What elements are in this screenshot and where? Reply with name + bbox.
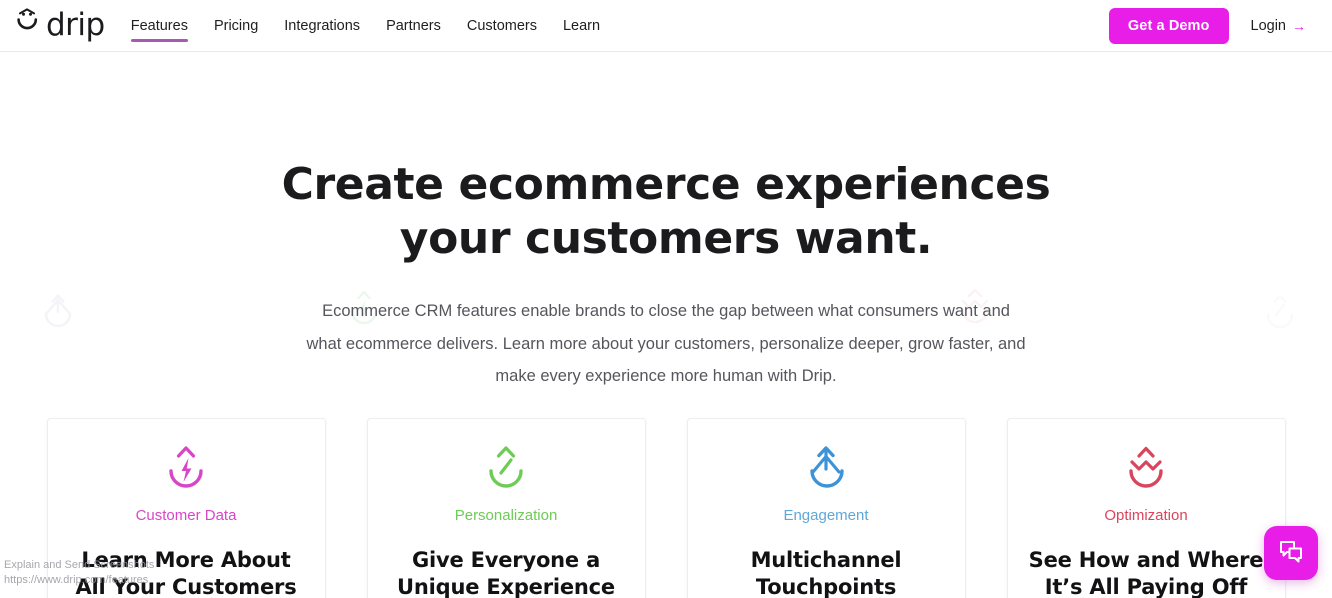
card-title: Multichannel Touchpoints bbox=[702, 547, 951, 598]
feature-card-engagement[interactable]: Engagement Multichannel Touchpoints bbox=[686, 418, 966, 598]
page-root: drip Features Pricing Integrations Partn… bbox=[0, 0, 1332, 598]
brand-logo[interactable]: drip bbox=[16, 7, 105, 44]
card-title-line-2: It’s All Paying Off bbox=[1044, 574, 1248, 598]
brand-name: drip bbox=[46, 7, 105, 43]
page-title: Create ecommerce experiences your custom… bbox=[266, 158, 1066, 265]
arrow-right-icon: → bbox=[1292, 17, 1306, 34]
hero-section: Create ecommerce experiences your custom… bbox=[0, 52, 1332, 392]
hero-title-line-1: Create ecommerce experiences bbox=[281, 159, 1051, 210]
get-a-demo-button[interactable]: Get a Demo bbox=[1108, 7, 1229, 44]
drip-droplet-smiley-logo-icon bbox=[16, 7, 43, 44]
card-title-line-1: Learn More About bbox=[81, 548, 291, 572]
card-title-line-2: Unique Experience bbox=[397, 574, 615, 598]
hero-title-line-2: your customers want. bbox=[399, 212, 933, 264]
card-title-line-1: Give Everyone a bbox=[411, 548, 601, 572]
nav-item-pricing[interactable]: Pricing bbox=[214, 0, 258, 52]
card-title-line-2: Touchpoints bbox=[755, 574, 897, 598]
nav-item-customers[interactable]: Customers bbox=[467, 0, 537, 52]
nav-item-integrations[interactable]: Integrations bbox=[284, 0, 360, 52]
nav-item-partners[interactable]: Partners bbox=[386, 0, 441, 52]
chat-bubbles-icon bbox=[1277, 538, 1305, 569]
droplet-bolt-icon bbox=[62, 443, 311, 493]
chat-widget-button[interactable] bbox=[1264, 526, 1318, 580]
card-category-label: Personalization bbox=[454, 507, 558, 524]
main-navigation: Features Pricing Integrations Partners C… bbox=[130, 0, 600, 52]
nav-item-learn[interactable]: Learn bbox=[563, 0, 600, 52]
card-title: See How and Where It’s All Paying Off bbox=[1022, 547, 1271, 598]
header-actions: Get a Demo Login → bbox=[1108, 7, 1316, 44]
droplet-slash-icon bbox=[382, 443, 631, 493]
droplet-arrow-icon bbox=[702, 443, 951, 493]
card-title: Learn More About All Your Customers bbox=[62, 547, 311, 598]
droplet-zigzag-icon bbox=[1022, 443, 1271, 493]
hero-subtitle: Ecommerce CRM features enable brands to … bbox=[306, 302, 1026, 385]
site-header: drip Features Pricing Integrations Partn… bbox=[0, 0, 1332, 52]
feature-cards-row: Customer Data Learn More About All Your … bbox=[0, 418, 1332, 598]
card-title-line-1: Multichannel bbox=[750, 548, 902, 572]
card-title-line-2: All Your Customers bbox=[75, 574, 297, 598]
feature-card-personalization[interactable]: Personalization Give Everyone a Unique E… bbox=[366, 418, 646, 598]
card-title-line-1: See How and Where bbox=[1028, 548, 1264, 572]
card-category-label: Customer Data bbox=[135, 507, 237, 524]
feature-card-optimization[interactable]: Optimization See How and Where It’s All … bbox=[1006, 418, 1286, 598]
card-category-label: Engagement bbox=[783, 507, 869, 524]
card-category-label: Optimization bbox=[1104, 507, 1188, 524]
card-title: Give Everyone a Unique Experience bbox=[382, 547, 631, 598]
feature-card-customer-data[interactable]: Customer Data Learn More About All Your … bbox=[46, 418, 326, 598]
login-link[interactable]: Login → bbox=[1251, 18, 1316, 34]
nav-item-features[interactable]: Features bbox=[130, 0, 189, 52]
login-label: Login bbox=[1250, 17, 1286, 34]
